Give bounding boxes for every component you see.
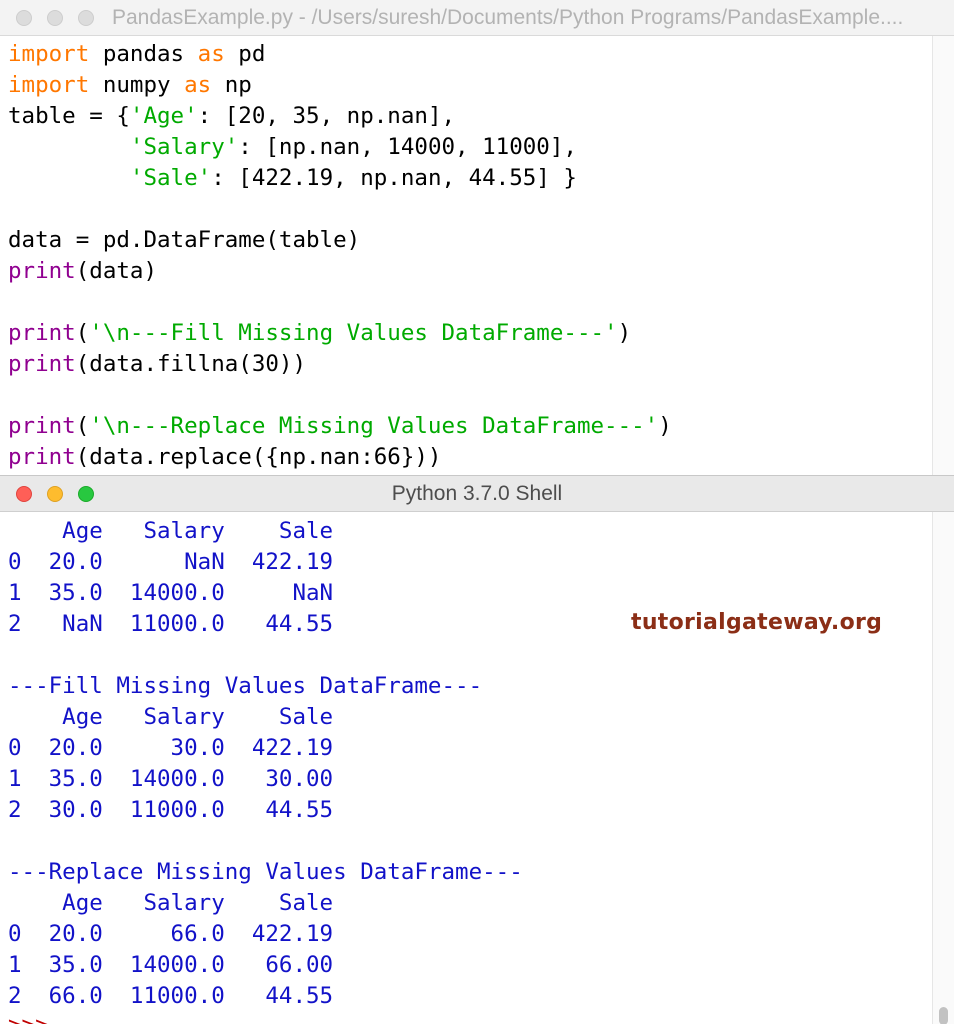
- zoom-icon[interactable]: [78, 10, 94, 26]
- output-line: 1 35.0 14000.0 NaN: [8, 580, 334, 606]
- output-line: 2 66.0 11000.0 44.55: [8, 983, 334, 1009]
- scrollbar-thumb[interactable]: [939, 1007, 948, 1024]
- code-token: '\n---Fill Missing Values DataFrame---': [89, 320, 618, 346]
- editor-titlebar[interactable]: PandasExample.py - /Users/suresh/Documen…: [0, 0, 954, 36]
- code-token: 'Sale': [129, 165, 212, 191]
- code-token: : [422.19, np.nan, 44.55] }: [211, 165, 577, 191]
- code-token: : [np.nan, 14000, 11000],: [238, 134, 577, 160]
- output-line: Age Salary Sale: [8, 704, 334, 730]
- code-line: import pandas as pd: [8, 41, 265, 67]
- output-line: 1 35.0 14000.0 66.00: [8, 952, 334, 978]
- code-token: as: [184, 72, 212, 98]
- code-line: data = pd.DataFrame(table): [8, 227, 360, 253]
- code-token: print: [8, 320, 76, 346]
- code-token: data = pd.DataFrame(table): [8, 227, 361, 253]
- output-line: ---Replace Missing Values DataFrame---: [8, 859, 523, 885]
- code-token: pd: [224, 41, 266, 67]
- output-line: 0 20.0 66.0 422.19: [8, 921, 334, 947]
- code-line: print(data): [8, 258, 157, 284]
- code-token: (data.replace({np.nan:66})): [75, 444, 442, 470]
- code-token: (data): [75, 258, 158, 284]
- code-line: print('\n---Replace Missing Values DataF…: [8, 413, 672, 439]
- code-token: print: [8, 351, 76, 377]
- code-token: 'Age': [129, 103, 198, 129]
- code-token: ): [617, 320, 632, 346]
- code-line: 'Sale': [422.19, np.nan, 44.55] }: [8, 165, 577, 191]
- code-line: print(data.replace({np.nan:66})): [8, 444, 441, 470]
- minimize-icon[interactable]: [47, 10, 63, 26]
- shell-output[interactable]: Age Salary Sale 0 20.0 NaN 422.19 1 35.0…: [8, 516, 523, 1012]
- code-token: import: [8, 72, 90, 98]
- close-icon[interactable]: [16, 10, 32, 26]
- watermark-logo: tutorialgateway.org: [631, 610, 883, 635]
- code-token: (data.fillna(30)): [75, 351, 307, 377]
- code-editor[interactable]: import pandas as pd import numpy as np t…: [8, 39, 672, 473]
- output-line: Age Salary Sale: [8, 518, 334, 544]
- code-token: (: [75, 320, 90, 346]
- code-token: 'Salary': [129, 134, 239, 160]
- shell-titlebar[interactable]: Python 3.7.0 Shell: [0, 476, 954, 512]
- output-line: Age Salary Sale: [8, 890, 334, 916]
- output-line: ---Fill Missing Values DataFrame---: [8, 673, 483, 699]
- output-line: 2 30.0 11000.0 44.55: [8, 797, 334, 823]
- code-token: np: [211, 72, 252, 98]
- code-token: table = {: [8, 103, 130, 129]
- editor-window: PandasExample.py - /Users/suresh/Documen…: [0, 0, 954, 475]
- code-token: print: [8, 444, 76, 470]
- shell-title: Python 3.7.0 Shell: [391, 482, 563, 505]
- output-line: 2 NaN 11000.0 44.55: [8, 611, 334, 637]
- code-token: pandas: [89, 41, 198, 67]
- output-line: 0 20.0 30.0 422.19: [8, 735, 334, 761]
- code-line: print('\n---Fill Missing Values DataFram…: [8, 320, 631, 346]
- code-token: print: [8, 258, 76, 284]
- code-token: '\n---Replace Missing Values DataFrame--…: [89, 413, 659, 439]
- code-token: ): [658, 413, 672, 439]
- code-line: import numpy as np: [8, 72, 252, 98]
- shell-window: Python 3.7.0 Shell Age Salary Sale 0 20.…: [0, 475, 954, 1024]
- shell-scrollbar[interactable]: [932, 512, 954, 1024]
- editor-scrollbar[interactable]: [932, 36, 954, 475]
- code-token: print: [8, 413, 76, 439]
- code-token: : [20, 35, np.nan],: [197, 103, 456, 129]
- output-line: 1 35.0 14000.0 30.00: [8, 766, 334, 792]
- code-line: print(data.fillna(30)): [8, 351, 306, 377]
- code-line: table = {'Age': [20, 35, np.nan],: [8, 103, 455, 129]
- code-line: 'Salary': [np.nan, 14000, 11000],: [8, 134, 577, 160]
- shell-prompt[interactable]: >>>: [8, 1010, 49, 1024]
- code-token: import: [8, 41, 90, 67]
- code-token: (: [75, 413, 90, 439]
- code-token: numpy: [89, 72, 185, 98]
- code-token: as: [197, 41, 225, 67]
- output-line: 0 20.0 NaN 422.19: [8, 549, 334, 575]
- editor-title: PandasExample.py - /Users/suresh/Documen…: [112, 6, 904, 29]
